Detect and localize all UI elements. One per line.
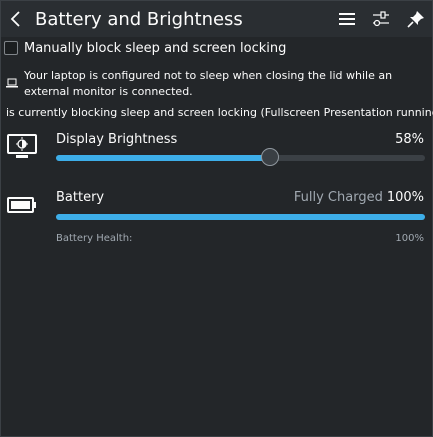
- battery-brightness-popup: Battery and Brightness Manually block sl…: [0, 0, 433, 437]
- pin-icon: [407, 11, 424, 28]
- brightness-slider-handle[interactable]: [261, 148, 280, 166]
- display-brightness-icon: [7, 134, 37, 158]
- brightness-slider[interactable]: [56, 148, 425, 166]
- battery-charge-bar: [56, 214, 425, 220]
- battery-percent: 100%: [386, 190, 424, 205]
- brightness-label: Display Brightness: [56, 132, 178, 147]
- popup-header: Battery and Brightness: [1, 1, 432, 37]
- hamburger-menu-icon: [339, 13, 355, 25]
- manual-inhibit-checkbox[interactable]: [4, 41, 18, 55]
- back-button[interactable]: [5, 8, 27, 30]
- lid-info-text: Your laptop is configured not to sleep w…: [24, 69, 393, 98]
- manual-inhibit-row[interactable]: Manually block sleep and screen locking: [4, 39, 286, 57]
- laptop-icon: [6, 78, 18, 88]
- pin-button[interactable]: [406, 9, 426, 29]
- configure-button[interactable]: [371, 9, 391, 29]
- battery-status: Fully Charged: [293, 190, 383, 205]
- battery-value-group: Fully Charged 100%: [294, 190, 424, 205]
- settings-sliders-icon: [373, 11, 389, 27]
- battery-health-value: 100%: [395, 233, 424, 244]
- battery-charge-fill: [56, 214, 425, 220]
- blocking-info-text: is currently blocking sleep and screen l…: [6, 106, 433, 119]
- menu-button[interactable]: [337, 9, 357, 29]
- popup-title: Battery and Brightness: [35, 9, 243, 30]
- battery-health-label: Battery Health:: [56, 233, 133, 244]
- battery-icon: [7, 197, 36, 213]
- manual-inhibit-label: Manually block sleep and screen locking: [24, 40, 287, 56]
- brightness-value: 58%: [395, 132, 424, 147]
- battery-label: Battery: [56, 190, 105, 205]
- brightness-slider-fill: [56, 155, 271, 161]
- chevron-left-icon: [10, 11, 20, 27]
